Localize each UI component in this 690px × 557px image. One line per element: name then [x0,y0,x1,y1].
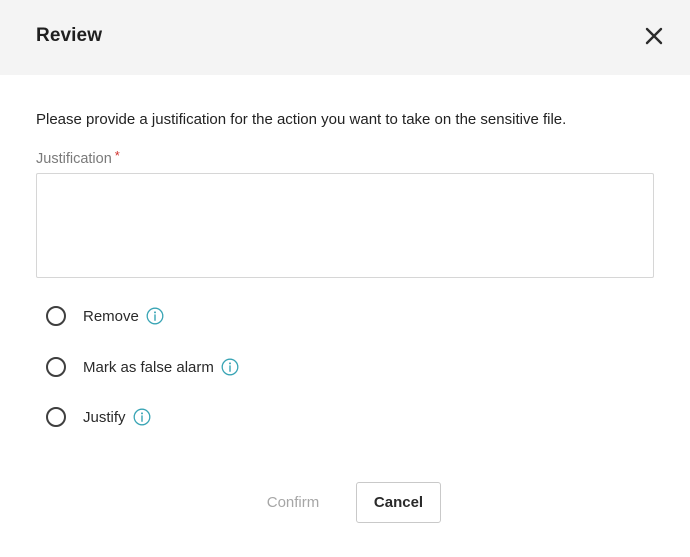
option-mark-false-alarm-label: Mark as false alarm [83,358,214,376]
justification-label: Justification * [36,148,120,167]
option-justify-label: Justify [83,408,126,426]
justification-input[interactable] [36,173,654,278]
dialog-title: Review [36,25,103,46]
close-icon[interactable] [642,24,666,48]
option-mark-false-alarm[interactable]: Mark as false alarm [46,354,239,380]
review-dialog: Review Please provide a justification fo… [0,0,690,557]
justification-label-text: Justification [36,151,112,167]
radio-justify[interactable] [46,407,66,427]
cancel-button[interactable]: Cancel [356,482,441,523]
required-marker: * [114,148,120,163]
info-icon[interactable] [133,408,151,426]
info-icon[interactable] [221,358,239,376]
option-justify[interactable]: Justify [46,404,151,430]
dialog-header: Review [0,0,690,75]
radio-mark-false-alarm[interactable] [46,357,66,377]
option-remove-label: Remove [83,307,139,325]
info-icon[interactable] [146,307,164,325]
option-remove[interactable]: Remove [46,303,164,329]
radio-remove[interactable] [46,306,66,326]
confirm-button[interactable]: Confirm [250,482,336,522]
instruction-text: Please provide a justification for the a… [36,111,567,128]
